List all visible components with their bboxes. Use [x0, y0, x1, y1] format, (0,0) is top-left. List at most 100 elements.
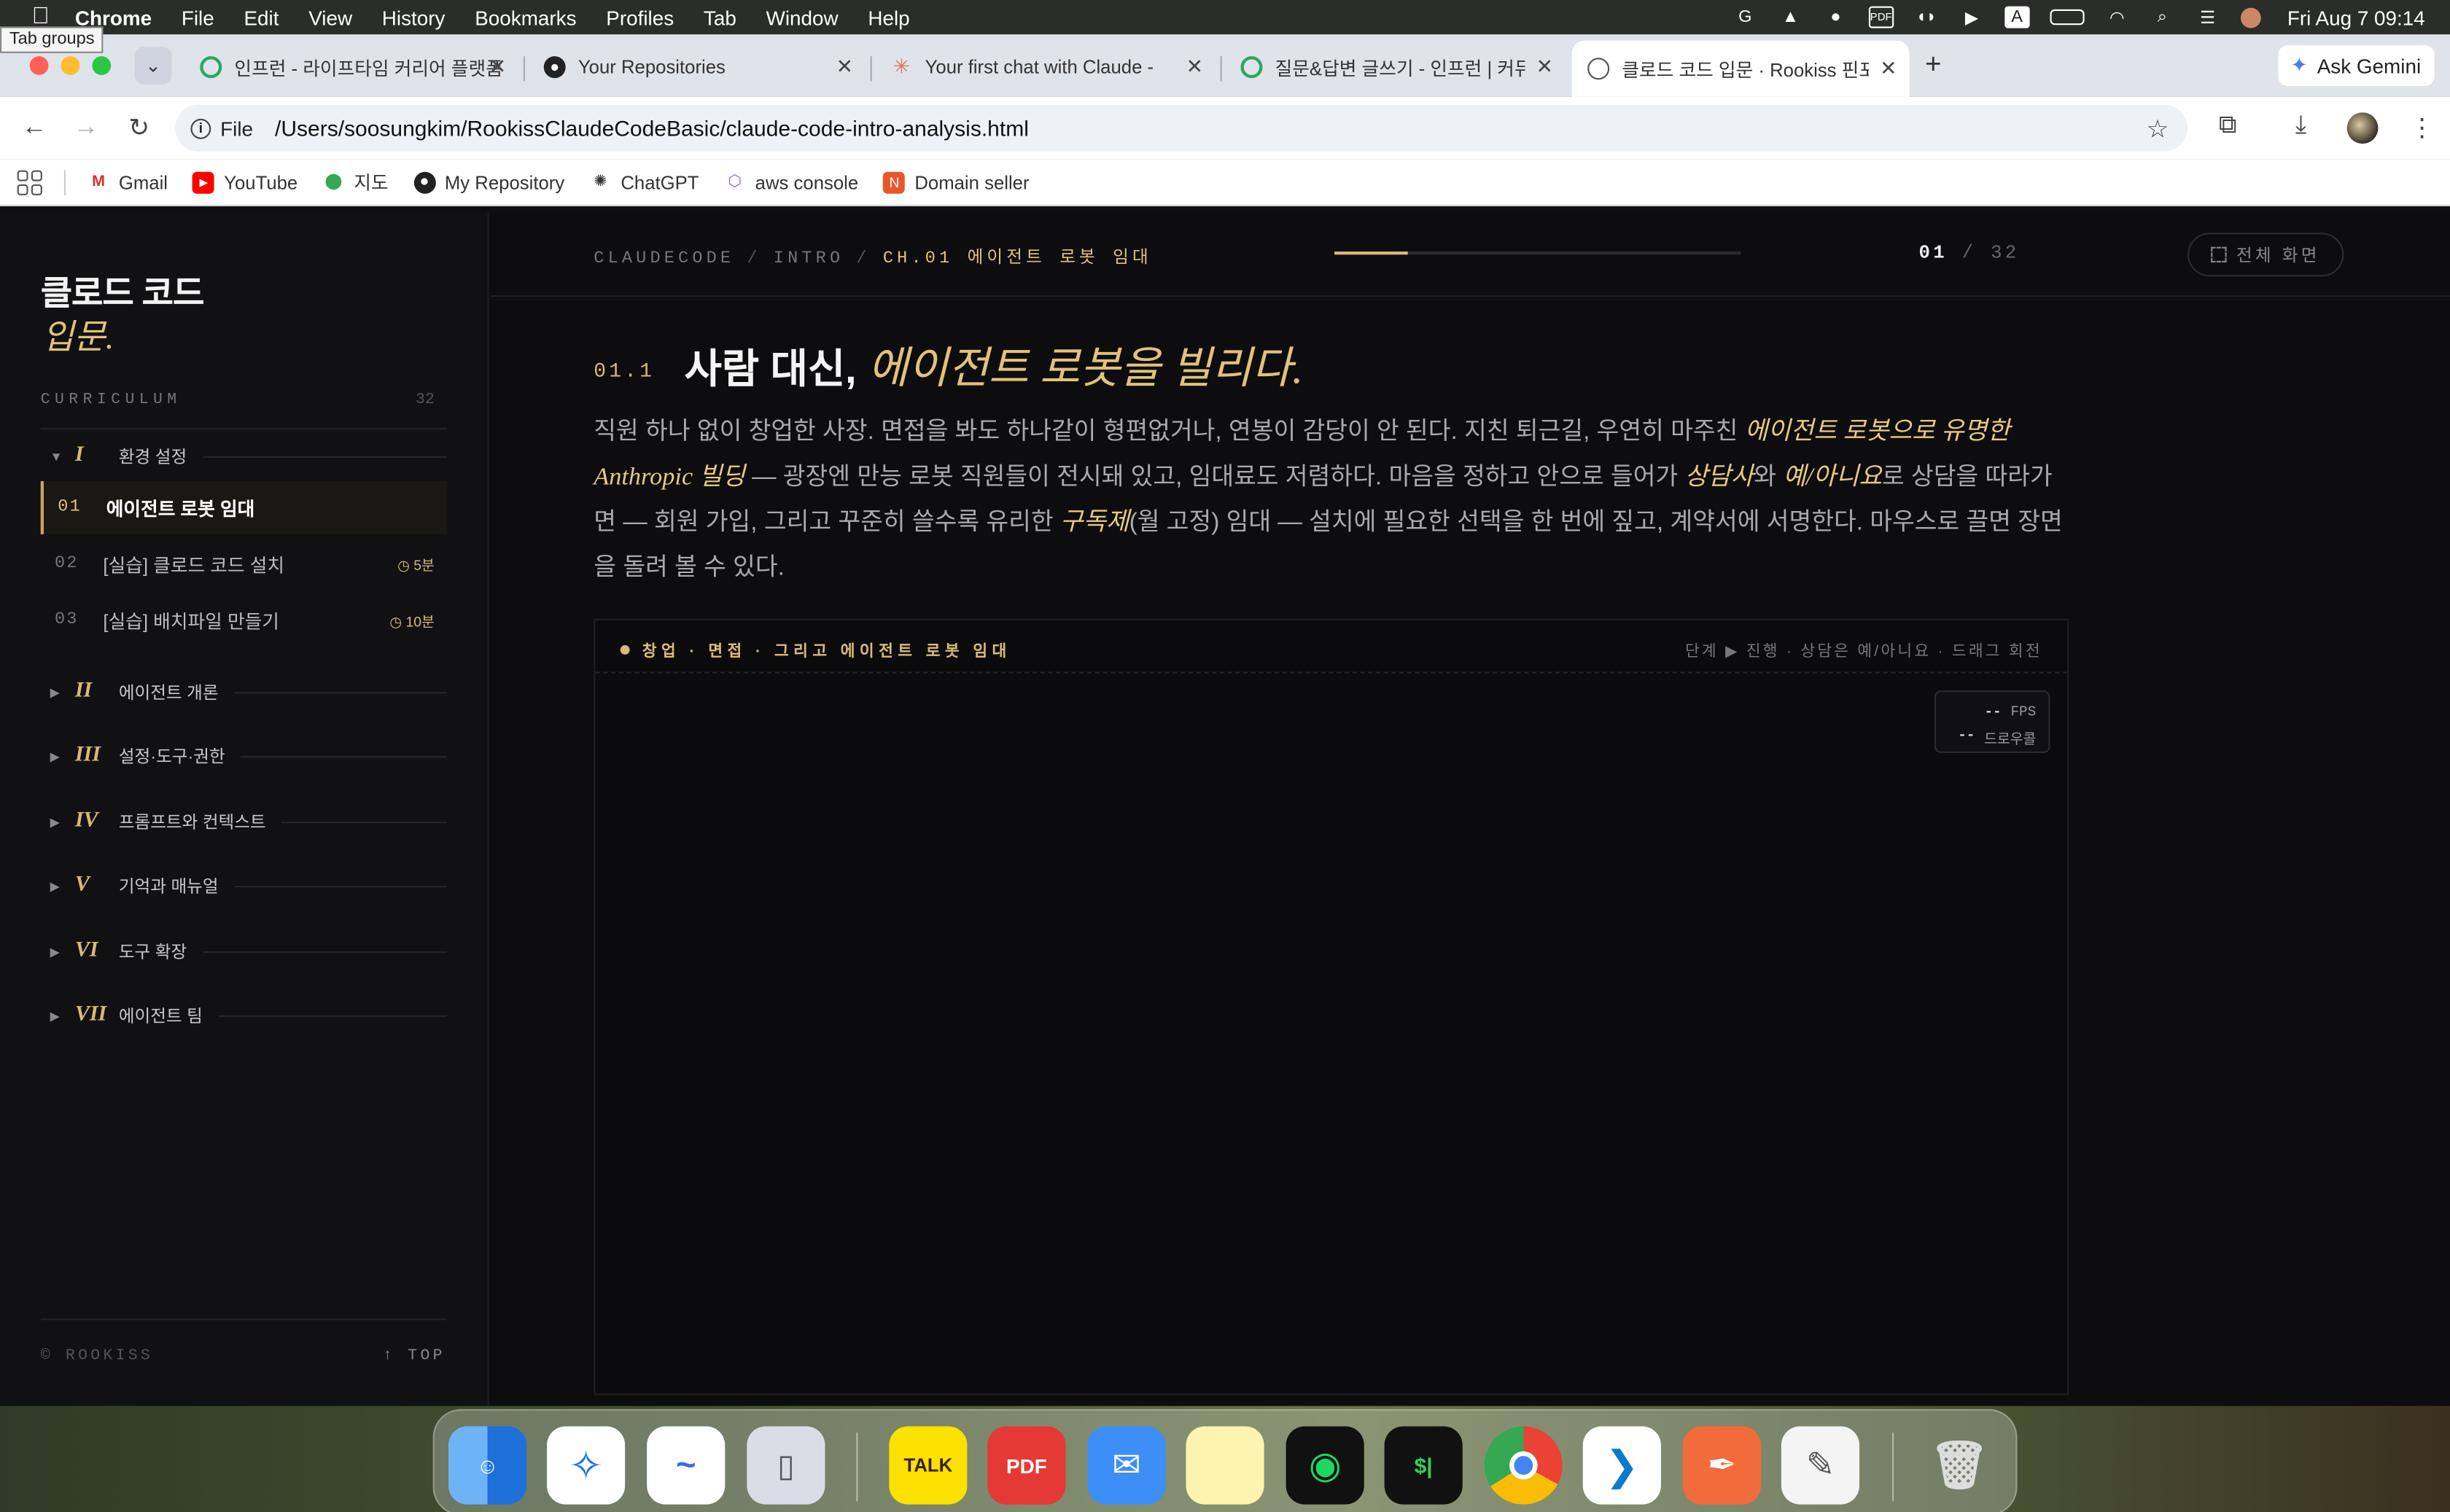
terminal-icon[interactable]: $| [1384, 1426, 1463, 1505]
forward-arrow-icon[interactable]: → [70, 112, 101, 144]
section-3[interactable]: ▶ III 설정·도구·권한 [41, 737, 447, 774]
chat-bubble-icon[interactable]: ● [1823, 7, 1848, 28]
trash-icon[interactable]: 🗑 [1921, 1426, 1999, 1504]
menu-help[interactable]: Help [868, 6, 909, 29]
scene-controls-hint: 단계 ▶ 진행 · 상담은 예/아니요 · 드래그 회전 [1684, 643, 2042, 661]
airpods-icon[interactable]: ◖◗ [1914, 7, 1939, 28]
pen-app-icon[interactable]: ✒ [1682, 1426, 1762, 1505]
control-center-icon[interactable]: ☰ [2195, 7, 2220, 28]
tab-inflearn-qna[interactable]: 질문&답변 글쓰기 - 인프런 | 커뮤니 ✕ [1225, 44, 1566, 90]
maps-pin-icon: ⬤ [324, 173, 343, 191]
site-info-chip[interactable]: i File [190, 117, 253, 140]
grammarly-icon[interactable]: G [1732, 7, 1757, 28]
kakaotalk-icon[interactable]: TALK [889, 1426, 968, 1505]
breadcrumb-item[interactable]: CLAUDECODE [594, 250, 734, 269]
section-7[interactable]: ▶ VII 에이전트 팀 [41, 997, 447, 1034]
page-total: 32 [1991, 242, 2020, 265]
section-rule [233, 884, 447, 887]
pdf-icon[interactable]: PDF [1868, 6, 1894, 28]
minimize-window-button[interactable] [61, 56, 80, 75]
lesson-02[interactable]: 02 [실습] 클로드 코드 설치 ◷ 5분 [41, 537, 447, 591]
bookmark-star-icon[interactable]: ☆ [2147, 114, 2169, 145]
github-icon: ● [543, 56, 566, 79]
bookmark-gmail[interactable]: M Gmail [88, 171, 168, 193]
play-circle-icon[interactable]: ▶ [1959, 7, 1984, 28]
menu-bookmarks[interactable]: Bookmarks [475, 6, 576, 29]
menu-bar-clock[interactable]: Fri Aug 7 09:14 [2287, 6, 2425, 29]
fps-value: -- [1984, 704, 2002, 720]
back-to-top-link[interactable]: ↑ TOP [383, 1348, 446, 1365]
address-bar[interactable]: i File /Users/soosungkim/RookissClaudeCo… [175, 104, 2188, 152]
section-2[interactable]: ▶ II 에이전트 개론 [41, 674, 447, 711]
freeform-icon[interactable]: ~ [647, 1426, 726, 1505]
close-window-button[interactable] [29, 56, 49, 75]
vscode-icon[interactable]: ❯ [1582, 1426, 1661, 1505]
chrome-icon[interactable] [1484, 1426, 1563, 1505]
iphone-mirroring-icon[interactable]: ▯ [747, 1426, 825, 1505]
menu-profiles[interactable]: Profiles [606, 6, 674, 29]
section-1[interactable]: ▼ I 환경 설정 [41, 437, 447, 475]
new-tab-button[interactable]: + [1925, 48, 1942, 81]
download-icon[interactable]: ⤓ [2295, 112, 2306, 141]
menu-file[interactable]: File [182, 6, 214, 29]
menu-view[interactable]: View [308, 6, 352, 29]
apps-grid-icon[interactable] [17, 169, 42, 195]
bookmark-youtube[interactable]: ▶ YouTube [192, 171, 298, 193]
tab-search-dropdown[interactable]: ⌄ [134, 47, 172, 85]
bookmark-chatgpt[interactable]: ✺ ChatGPT [589, 171, 699, 193]
menu-window[interactable]: Window [766, 6, 839, 29]
section-name: 도구 확장 [118, 943, 187, 963]
close-icon[interactable]: ✕ [1880, 56, 1897, 81]
input-source-icon[interactable]: A [2004, 6, 2030, 28]
reload-icon[interactable]: ↻ [123, 112, 155, 144]
search-icon[interactable]: ⌕ [2150, 7, 2174, 28]
close-icon[interactable]: ✕ [489, 55, 506, 79]
section-4[interactable]: ▶ IV 프롬프트와 컨텍스트 [41, 803, 447, 840]
scene-viewer[interactable]: 창업 · 면접 · 그리고 에이전트 로봇 임대 단계 ▶ 진행 · 상담은 예… [594, 618, 2069, 1395]
close-icon[interactable]: ✕ [836, 55, 853, 79]
bookmark-my-repository[interactable]: ● My Repository [413, 171, 564, 193]
battery-icon[interactable] [2050, 9, 2085, 26]
pdf-expert-icon[interactable]: PDF [987, 1426, 1066, 1505]
bookmark-aws-console[interactable]: ⬡ aws console [724, 171, 858, 193]
drive-icon[interactable]: ▲ [1778, 7, 1802, 28]
bookmark-label: Domain seller [914, 171, 1030, 193]
ask-gemini-button[interactable]: ✦ Ask Gemini [2278, 45, 2435, 86]
lesson-03[interactable]: 03 [실습] 배치파일 만들기 ◷ 10분 [41, 593, 447, 647]
lesson-01[interactable]: 01 에이전트 로봇 임대 [40, 481, 447, 534]
page-header: CLAUDECODE / INTRO / CH.01 에이전트 로봇 임대 01 / 3… [490, 212, 2450, 297]
fullscreen-icon [2211, 246, 2228, 263]
tab-inflearn[interactable]: 인프런 - 라이프타임 커리어 플랫폼 ✕ [184, 44, 519, 90]
tab-github-repositories[interactable]: ● Your Repositories ✕ [528, 44, 866, 90]
section-6[interactable]: ▶ VI 도구 확장 [41, 932, 447, 970]
breadcrumb-item[interactable]: INTRO [774, 250, 844, 269]
wifi-icon[interactable]: ◠ [2104, 7, 2129, 28]
menu-app-chrome[interactable]: Chrome [75, 6, 152, 29]
close-icon[interactable]: ✕ [1186, 55, 1203, 79]
bookmark-maps[interactable]: ⬤ 지도 [323, 168, 388, 195]
finder-icon[interactable]: ☺ [448, 1426, 527, 1505]
profile-avatar[interactable] [2346, 112, 2379, 144]
fullscreen-button[interactable]: 전체 화면 [2188, 233, 2344, 277]
siri-icon[interactable] [2240, 7, 2261, 28]
section-name: 설정·도구·권한 [118, 748, 225, 768]
safari-icon[interactable]: ✧ [547, 1426, 626, 1505]
bookmark-domain-seller[interactable]: N Domain seller [883, 171, 1030, 193]
back-arrow-icon[interactable]: ← [19, 112, 50, 144]
notes-icon[interactable] [1186, 1426, 1264, 1505]
section-roman: I [74, 443, 84, 467]
extensions-icon[interactable]: ⧉ [2219, 112, 2237, 141]
fullscreen-label: 전체 화면 [2236, 246, 2320, 266]
section-5[interactable]: ▶ V 기억과 매뉴얼 [41, 867, 447, 904]
tab-claude-chat[interactable]: ✳ Your first chat with Claude - C ✕ [875, 44, 1216, 90]
menu-edit[interactable]: Edit [244, 6, 279, 29]
more-menu-icon[interactable]: ⋮ [2409, 112, 2434, 144]
maximize-window-button[interactable] [92, 56, 112, 75]
tab-claude-code-intro[interactable]: 클로드 코드 입문 · Rookiss 핀포인 ✕ [1571, 40, 1910, 97]
spotify-icon[interactable]: ◉ [1286, 1426, 1364, 1505]
textedit-icon[interactable]: ✎ [1781, 1426, 1860, 1505]
mail-icon[interactable]: ✉ [1087, 1426, 1166, 1505]
menu-tab[interactable]: Tab [704, 6, 736, 29]
close-icon[interactable]: ✕ [1536, 55, 1553, 79]
menu-history[interactable]: History [382, 6, 446, 29]
